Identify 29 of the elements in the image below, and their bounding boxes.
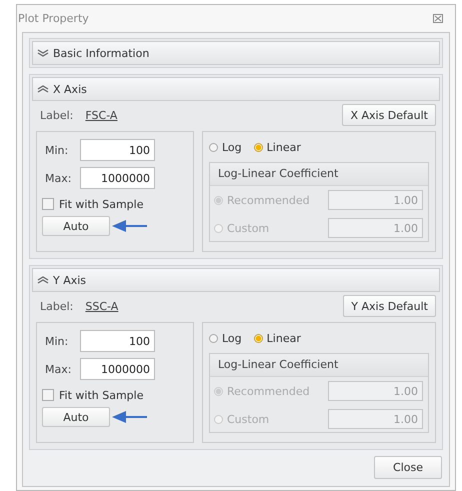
window-title: Plot Property xyxy=(18,12,89,25)
fit-label: Fit with Sample xyxy=(59,198,144,210)
scale-radio[interactable]: Log xyxy=(209,332,242,344)
coefficient-title: Log-Linear Coefficient xyxy=(210,163,428,186)
section-header[interactable]: Basic Information xyxy=(32,41,440,65)
max-field[interactable]: 1000000 xyxy=(80,358,155,380)
section-header[interactable]: X Axis xyxy=(32,77,440,101)
fit-label: Fit with Sample xyxy=(59,388,144,402)
max-label: Max: xyxy=(44,172,72,184)
min-label: Min: xyxy=(44,334,70,348)
close-button[interactable]: Close xyxy=(374,456,442,479)
section-header[interactable]: Y Axis xyxy=(32,268,440,292)
coefficient-title: Log-Linear Coefficient xyxy=(210,354,428,377)
scale-radio[interactable]: Linear xyxy=(254,140,301,154)
scale-radio[interactable]: Linear xyxy=(254,332,301,344)
min-field[interactable]: 100 xyxy=(80,139,155,161)
axis-label-link[interactable]: FSC-A xyxy=(85,108,118,122)
max-field[interactable]: 1000000 xyxy=(80,167,155,189)
auto-button[interactable]: Auto xyxy=(42,407,110,427)
axis-default-button[interactable]: X Axis Default xyxy=(342,104,436,126)
auto-button[interactable]: Auto xyxy=(42,216,110,236)
max-label: Max: xyxy=(44,362,72,376)
min-field[interactable]: 100 xyxy=(80,330,155,352)
axis-label-link[interactable]: SSC-A xyxy=(85,300,118,312)
axis-default-button[interactable]: Y Axis Default xyxy=(343,295,436,317)
label-caption: Label: xyxy=(40,108,74,122)
scale-radio[interactable]: Log xyxy=(209,140,242,154)
min-label: Min: xyxy=(44,144,70,156)
label-caption: Label: xyxy=(40,300,74,312)
